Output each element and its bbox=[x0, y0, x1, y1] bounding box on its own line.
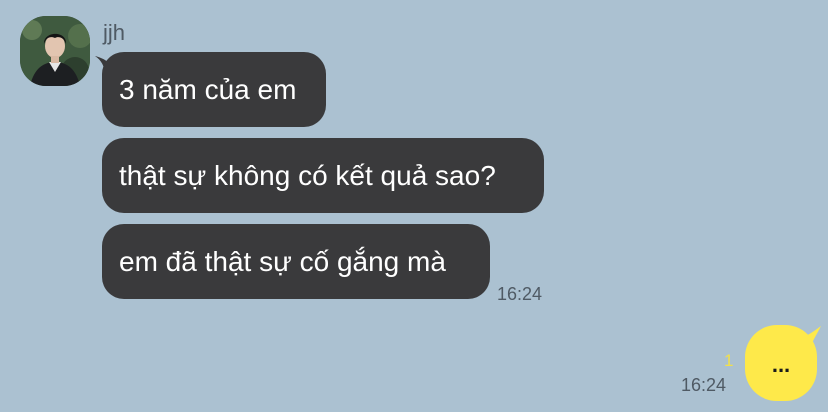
incoming-message-bubble[interactable]: thật sự không có kết quả sao? bbox=[102, 138, 544, 213]
profile-photo bbox=[20, 16, 90, 86]
sender-name: jjh bbox=[103, 20, 126, 45]
outgoing-bubble-tail bbox=[801, 326, 821, 346]
incoming-message-bubble[interactable]: 3 năm của em bbox=[102, 52, 326, 127]
unread-count: 1 bbox=[724, 351, 734, 370]
incoming-timestamp: 16:24 bbox=[497, 284, 543, 304]
outgoing-timestamp: 16:24 bbox=[681, 375, 727, 395]
avatar[interactable] bbox=[20, 16, 90, 86]
incoming-message-bubble[interactable]: em đã thật sự cố gắng mà bbox=[102, 224, 490, 299]
